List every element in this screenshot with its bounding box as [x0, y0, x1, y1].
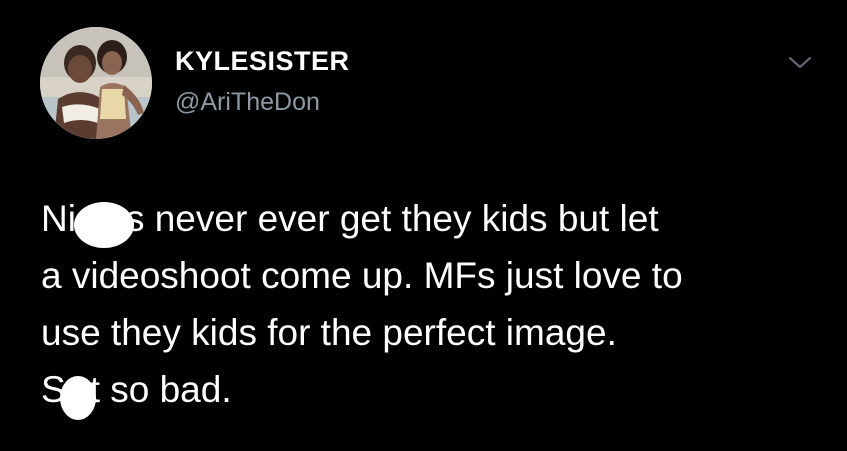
tweet-text-segment: t so bad.: [89, 369, 232, 410]
tweet-text-line: St so bad.: [41, 361, 831, 421]
tweet-text-line: a videoshoot come up. MFs just love to: [41, 255, 683, 296]
chevron-down-icon[interactable]: [784, 50, 816, 74]
author-display-name[interactable]: KYLESISTER: [175, 46, 350, 77]
avatar[interactable]: [40, 27, 152, 139]
tweet-text-line: Ni s never ever get they kids but let: [41, 190, 831, 249]
redaction-blot: [73, 202, 134, 249]
tweet-card: KYLESISTER @AriTheDon Ni s never ever get…: [0, 0, 847, 451]
redaction-blot: [59, 376, 96, 421]
tweet-text: Ni s never ever get they kids but let a v…: [41, 190, 831, 421]
profile-photo-icon: [40, 27, 152, 139]
author-handle[interactable]: @AriTheDon: [175, 88, 320, 117]
tweet-text-segment: s never ever get they kids but let: [125, 198, 659, 239]
tweet-text-segment: Ni: [41, 198, 76, 239]
tweet-text-line: use they kids for the perfect image.: [41, 312, 617, 353]
